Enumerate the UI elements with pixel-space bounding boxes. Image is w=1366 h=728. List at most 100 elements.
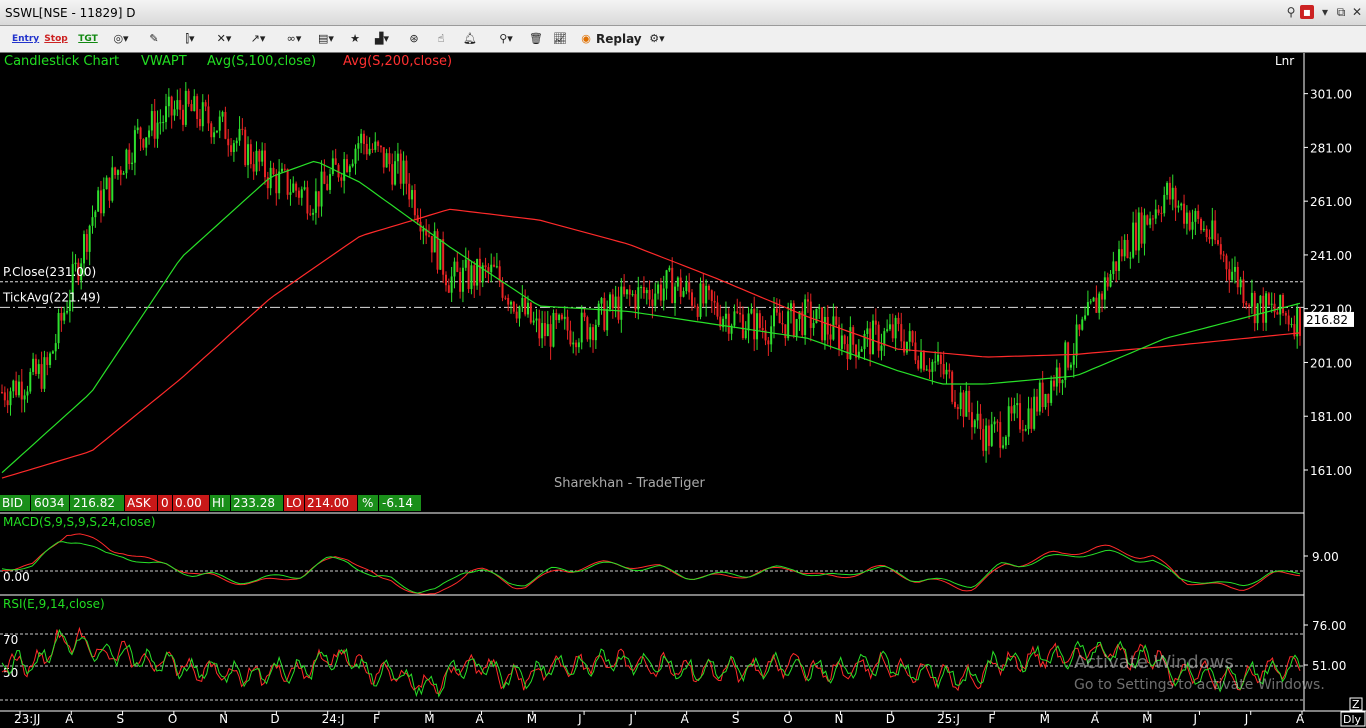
candle-body <box>1282 294 1285 314</box>
candle-body <box>490 264 493 273</box>
candle-body <box>1225 255 1228 270</box>
candle-body <box>546 324 549 337</box>
candle-body <box>357 143 360 149</box>
cursor-tool-icon[interactable]: ✎ <box>144 30 164 48</box>
candle-body <box>145 137 148 148</box>
candle-body <box>900 324 903 342</box>
candle-body <box>928 369 931 372</box>
candle-body <box>193 96 196 112</box>
candle-body <box>558 314 561 321</box>
window-title: SSWL[NSE - 11829] D <box>5 6 136 20</box>
settings-gear-icon[interactable]: ⚙▾ <box>644 30 670 48</box>
zoom-icon[interactable]: ⚲▾ <box>492 30 520 48</box>
price-axis: 301.00281.00261.00241.00221.00201.00181.… <box>1304 88 1352 478</box>
candle-body <box>880 345 883 351</box>
chart-area[interactable]: 301.00281.00261.00241.00221.00201.00181.… <box>0 53 1366 728</box>
toolbar: Entry Stop TGT ◎▾ ✎ ⫿▾ ✕▾ ↗▾ ∞▾ ▤▾ ★ ▟▾ … <box>0 26 1366 53</box>
close-icon[interactable]: ✕ <box>1350 5 1364 19</box>
entry-button[interactable]: Entry <box>12 30 39 48</box>
candle-body <box>1259 295 1262 304</box>
period-selector[interactable]: Dly <box>1343 713 1362 726</box>
candle-body <box>1109 273 1112 287</box>
delete-icon[interactable]: 🗑︎ <box>526 30 546 48</box>
candle-body <box>1095 297 1098 313</box>
tick-average-label: TickAvg(221.49) <box>2 290 100 304</box>
replay-button[interactable]: Replay <box>596 30 642 48</box>
candle-body <box>504 297 507 299</box>
candle-body <box>693 305 696 307</box>
candle-body <box>15 380 18 396</box>
rsi-title: RSI(E,9,14,close) <box>3 597 105 611</box>
favorite-star-icon[interactable]: ★ <box>346 30 364 48</box>
candle-body <box>1177 205 1180 208</box>
candle-body <box>221 111 224 117</box>
candle-body <box>51 351 54 354</box>
link-icon[interactable]: ∞▾ <box>280 30 308 48</box>
scale-mode-label[interactable]: Lnr <box>1275 54 1294 68</box>
candle-body <box>920 352 923 369</box>
candle-body <box>1002 445 1005 448</box>
bar-type-icon[interactable]: ⫿▾ <box>176 30 204 48</box>
candle-body <box>1036 396 1039 412</box>
candle-body <box>408 183 411 200</box>
trendline-icon[interactable]: ↗▾ <box>244 30 272 48</box>
candle-body <box>230 145 233 153</box>
template-icon[interactable]: ▤▾ <box>312 30 340 48</box>
stop-button[interactable]: Stop <box>44 30 68 48</box>
candle-body <box>908 331 911 342</box>
candle-body <box>727 313 730 334</box>
candle-body <box>295 183 298 191</box>
bid-price: 216.82 <box>73 496 115 510</box>
candle-body <box>671 267 674 304</box>
candle-body <box>1030 408 1033 429</box>
candle-body <box>1256 303 1259 324</box>
target-button[interactable]: TGT <box>76 30 100 48</box>
line-chart-icon[interactable]: 📈︎ <box>550 30 570 48</box>
candle-body <box>3 392 6 401</box>
time-axis-label: M <box>424 712 434 726</box>
candle-body <box>917 360 920 369</box>
search-icon[interactable]: ⚲ <box>1284 5 1298 19</box>
alert-bell-icon[interactable]: 🔔︎ <box>460 30 480 48</box>
candle-body <box>1118 249 1121 271</box>
candle-body <box>1134 222 1137 251</box>
pointer-icon[interactable]: ☝ <box>432 30 450 48</box>
compare-icon[interactable]: ⊛ <box>404 30 424 48</box>
user-icon[interactable]: ▪ <box>1300 5 1314 19</box>
time-axis-label: O <box>783 712 792 726</box>
candle-body <box>280 168 283 172</box>
candle-body <box>1211 220 1214 240</box>
candle-body <box>586 317 589 340</box>
candle-body <box>83 234 86 264</box>
replay-icon[interactable]: ◉ <box>576 30 596 48</box>
candle-body <box>278 171 281 194</box>
zoom-toggle[interactable]: Z <box>1352 698 1360 711</box>
candle-body <box>507 297 510 305</box>
candle-body <box>1007 406 1010 437</box>
candle-body <box>210 123 213 138</box>
candle-body <box>623 286 626 295</box>
candle-body <box>484 265 487 268</box>
draw-tool-icon[interactable]: ✕▾ <box>210 30 238 48</box>
candle-body <box>747 313 750 331</box>
candle-body <box>66 310 69 313</box>
minimize-icon[interactable]: ▾ <box>1318 5 1332 19</box>
candle-body <box>784 324 787 339</box>
time-axis-label: N <box>834 712 843 726</box>
candle-body <box>1013 405 1016 414</box>
studies-icon[interactable]: ▟▾ <box>368 30 396 48</box>
restore-icon[interactable]: ⧉ <box>1334 5 1348 19</box>
candle-body <box>249 144 252 165</box>
candle-body <box>835 316 838 325</box>
candle-body <box>1047 393 1050 403</box>
indicator-icon[interactable]: ◎▾ <box>110 30 132 48</box>
time-axis-label: A <box>476 712 485 726</box>
candle-body <box>674 286 677 304</box>
candle-body <box>478 258 481 283</box>
candle-body <box>1072 355 1075 365</box>
candle-body <box>1293 324 1296 337</box>
candle-body <box>340 177 343 181</box>
candle-body <box>761 327 764 331</box>
candle-body <box>883 331 886 346</box>
candle-body <box>979 413 982 430</box>
